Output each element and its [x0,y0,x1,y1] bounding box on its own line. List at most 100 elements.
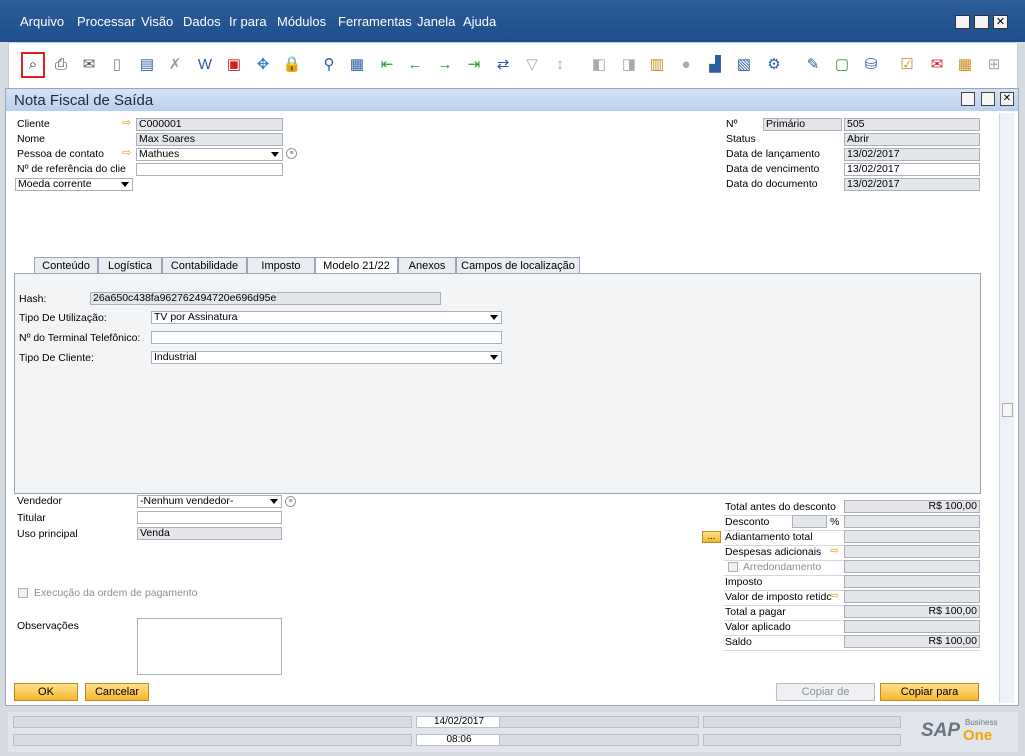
add-icon[interactable]: ▦ [347,54,367,76]
refresh-icon[interactable]: ⇄ [493,54,513,76]
email-icon[interactable]: ✉ [79,54,99,76]
menu-ferramentas[interactable]: Ferramentas [338,14,412,29]
titular-field[interactable] [137,511,282,524]
tab-campos-localizacao[interactable]: Campos de localização [456,257,580,274]
desconto-value-field[interactable] [844,515,980,528]
next-record-icon[interactable]: → [435,54,455,76]
imposto-field[interactable] [844,575,980,588]
uso-field[interactable]: Venda [137,527,282,540]
print-icon[interactable]: ⎙ [51,54,71,76]
contato-link-arrow-icon[interactable]: ⇨ [122,148,133,159]
tab-contabilidade[interactable]: Contabilidade [162,257,247,274]
move-icon[interactable]: ✥ [253,54,273,76]
filter-icon[interactable]: ▽ [522,54,542,76]
scrollbar-thumb[interactable] [1002,403,1013,417]
find-icon[interactable]: ⚲ [319,54,339,76]
status-field[interactable]: Abrir [844,133,980,146]
nome-field[interactable]: Max Soares [136,133,283,146]
tipo-utilizacao-dropdown[interactable]: TV por Assinatura [151,311,502,324]
cliente-field[interactable]: C000001 [136,118,283,131]
tab-imposto[interactable]: Imposto [247,257,315,274]
window-restore-button[interactable] [981,92,995,106]
sort-icon[interactable]: ↕ [550,54,570,76]
database-icon[interactable]: ⛁ [861,54,881,76]
tab-anexos[interactable]: Anexos [398,257,456,274]
first-record-icon[interactable]: ⇤ [377,54,397,76]
despesas-label: Despesas adicionais [725,546,822,558]
copiar-de-button[interactable]: Copiar de [776,683,875,701]
terminal-field[interactable] [151,331,502,344]
adiantamento-field[interactable] [844,530,980,543]
arredondamento-field[interactable] [844,560,980,573]
new-document-icon[interactable]: ▢ [832,54,852,76]
ok-button[interactable]: OK [14,683,78,701]
contato-dropdown[interactable]: Mathues [136,148,283,161]
word-icon[interactable]: W [195,54,215,76]
fax-icon[interactable]: ▤ [137,54,157,76]
menu-processar[interactable]: Processar [77,14,136,29]
moeda-dropdown[interactable]: Moeda corrente [15,178,133,191]
total-antes-field[interactable]: R$ 100,00 [844,500,980,513]
target-document-icon[interactable]: ◨ [619,54,639,76]
edit-icon[interactable]: ✎ [803,54,823,76]
lancamento-field[interactable]: 13/02/2017 [844,148,980,161]
valor-aplicado-field[interactable] [844,620,980,633]
total-pagar-field[interactable]: R$ 100,00 [844,605,980,618]
app-minimize-button[interactable] [955,15,970,29]
vencimento-field[interactable]: 13/02/2017 [844,163,980,176]
menu-arquivo[interactable]: Arquivo [20,14,64,29]
menu-janela[interactable]: Janela [417,14,455,29]
last-record-icon[interactable]: ⇥ [464,54,484,76]
settings-icon[interactable]: ⚙ [764,54,784,76]
retido-field[interactable] [844,590,980,603]
observacoes-textarea[interactable] [137,618,282,675]
retido-link-arrow-icon[interactable]: ⇨ [830,591,841,602]
journal-icon[interactable]: ▥ [647,54,667,76]
documento-field[interactable]: 13/02/2017 [844,178,980,191]
excel-icon[interactable]: ✗ [165,54,185,76]
app-close-button[interactable]: ✕ [993,15,1008,29]
numero-field[interactable]: 505 [844,118,980,131]
window-close-button[interactable]: ✕ [1000,92,1014,106]
arredondamento-checkbox[interactable] [728,562,738,572]
tab-conteudo[interactable]: Conteúdo [34,257,98,274]
desconto-percent-field[interactable] [792,515,827,528]
menu-dados[interactable]: Dados [183,14,221,29]
window-scrollbar[interactable] [999,113,1014,703]
serie-field[interactable]: Primário [763,118,842,131]
preview-icon[interactable]: ⌕ [21,52,45,78]
previous-record-icon[interactable]: ← [405,54,425,76]
contact-details-icon[interactable]: ≡ [286,148,297,159]
menu-ajuda[interactable]: Ajuda [463,14,496,29]
menu-modulos[interactable]: Módulos [277,14,326,29]
volume-icon[interactable]: ▧ [734,54,754,76]
base-document-icon[interactable]: ◧ [589,54,609,76]
lock-icon[interactable]: 🔒 [282,54,302,76]
despesas-link-arrow-icon[interactable]: ⇨ [830,546,841,557]
cliente-link-arrow-icon[interactable]: ⇨ [122,118,133,129]
pdf-icon[interactable]: ▣ [224,54,244,76]
ref-field[interactable] [136,163,283,176]
calendar-icon[interactable]: ▦ [955,54,975,76]
app-maximize-button[interactable] [974,15,989,29]
message-icon[interactable]: ✉ [927,54,947,76]
payment-icon[interactable]: ● [676,54,696,76]
cancelar-button[interactable]: Cancelar [85,683,149,701]
hash-field[interactable]: 26a650c438fa962762494720e696d95e [90,292,441,305]
execucao-checkbox[interactable] [18,588,28,598]
sms-icon[interactable]: ▯ [107,54,127,76]
menu-visao[interactable]: Visão [141,14,173,29]
copiar-para-button[interactable]: Copiar para [880,683,979,701]
checklist-icon[interactable]: ☑ [897,54,917,76]
gross-profit-icon[interactable]: ▟ [705,54,725,76]
tipo-cliente-dropdown[interactable]: Industrial [151,351,502,364]
vendedor-details-icon[interactable]: ≡ [285,496,296,507]
vendedor-dropdown[interactable]: -Nenhum vendedor- [137,495,282,508]
saldo-field[interactable]: R$ 100,00 [844,635,980,648]
adiantamento-dots-button[interactable]: ... [702,531,721,543]
hierarchy-icon[interactable]: ⊞ [984,54,1004,76]
despesas-field[interactable] [844,545,980,558]
tab-logistica[interactable]: Logística [98,257,162,274]
window-minimize-button[interactable] [961,92,975,106]
menu-ir-para[interactable]: Ir para [229,14,267,29]
